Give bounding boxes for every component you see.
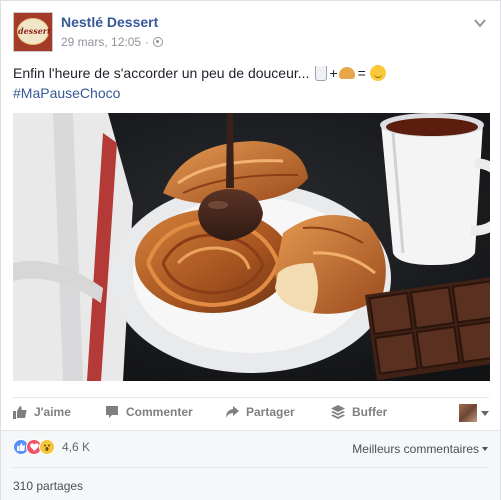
comment-button[interactable]: Commenter — [105, 405, 193, 419]
nestle-logo-icon: dessert — [17, 18, 51, 45]
caption-text: Enfin l'heure de s'accorder un peu de do… — [13, 65, 310, 81]
post-header: dessert Nestlé Dessert 29 mars, 12:05 · — [13, 12, 489, 54]
page-name-link[interactable]: Nestlé Dessert — [61, 14, 158, 30]
buffer-stack-icon — [331, 405, 345, 419]
glass-of-milk-icon — [315, 65, 328, 81]
chevron-down-icon[interactable] — [471, 16, 489, 30]
avatar-label: dessert — [18, 26, 51, 36]
sort-label: Meilleurs commentaires — [352, 442, 479, 456]
post-photo[interactable] — [13, 113, 490, 381]
post-caption: Enfin l'heure de s'accorder un peu de do… — [13, 63, 489, 103]
caret-down-icon — [481, 410, 489, 416]
post-as-selector[interactable] — [459, 404, 489, 422]
caption-line: Enfin l'heure de s'accorder un peu de do… — [13, 63, 489, 83]
footer-divider — [13, 467, 489, 468]
chocolate-bar — [365, 276, 490, 381]
comment-icon — [106, 406, 118, 418]
buffer-button[interactable]: Buffer — [331, 405, 387, 419]
page-avatar[interactable]: dessert — [13, 12, 53, 52]
share-button[interactable]: Partager — [225, 405, 295, 419]
coffee-cup — [380, 113, 490, 265]
caret-down-icon — [482, 447, 488, 451]
caption-plus: + — [329, 65, 338, 81]
post-timestamp[interactable]: 29 mars, 12:05 — [61, 35, 141, 49]
caption-equals: = — [357, 65, 366, 81]
action-bar: J'aime Commenter Partager Buffer — [13, 397, 489, 427]
reaction-count: 4,6 K — [62, 440, 91, 454]
towel-shape — [13, 113, 133, 381]
hashtag-link[interactable]: #MaPauseChoco — [13, 83, 489, 103]
thumbs-up-icon — [13, 406, 27, 419]
like-label: J'aime — [34, 405, 71, 419]
photo-illustration — [13, 113, 490, 381]
comment-label: Commenter — [126, 405, 193, 419]
reaction-summary[interactable]: 4,6 K — [13, 439, 90, 455]
post-card: dessert Nestlé Dessert 29 mars, 12:05 · … — [0, 0, 501, 500]
post-meta: 29 mars, 12:05 · — [61, 35, 164, 49]
shares-count-link[interactable]: 310 partages — [13, 479, 83, 493]
share-label: Partager — [246, 405, 295, 419]
meta-separator: · — [145, 35, 150, 49]
croissant-icon — [338, 67, 355, 79]
globe-icon[interactable] — [153, 37, 164, 47]
profile-thumbnail — [459, 404, 477, 422]
reactions-footer: 4,6 K Meilleurs commentaires 310 partage… — [1, 430, 500, 500]
share-arrow-icon — [226, 406, 239, 418]
like-button[interactable]: J'aime — [13, 405, 71, 419]
buffer-label: Buffer — [352, 405, 388, 419]
smiling-face-icon — [369, 65, 386, 81]
wow-icon — [39, 439, 55, 455]
comment-sort-dropdown[interactable]: Meilleurs commentaires — [352, 442, 488, 456]
